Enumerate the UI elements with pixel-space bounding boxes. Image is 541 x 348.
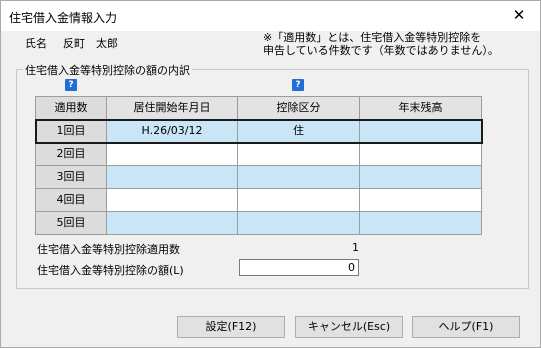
start-date-cell[interactable]: H.26/03/12 <box>107 120 238 143</box>
category-cell[interactable] <box>238 166 360 189</box>
deduction-amount-input[interactable]: 0 <box>239 259 359 276</box>
table-row[interactable]: 2回目 <box>36 143 482 166</box>
group-label: 住宅借入金等特別控除の額の内訳 <box>23 62 192 78</box>
balance-cell[interactable] <box>360 189 482 212</box>
category-cell[interactable] <box>238 143 360 166</box>
row-label: 1回目 <box>36 120 107 143</box>
category-cell[interactable]: 住 <box>238 120 360 143</box>
applied-count-value: 1 <box>352 241 359 254</box>
set-button[interactable]: 設定(F12) <box>177 316 285 338</box>
row-label: 5回目 <box>36 212 107 235</box>
note-text: ※「適用数」とは、住宅借入金等特別控除を 申告している件数です（年数ではありませ… <box>263 31 533 57</box>
header-start-date: 居住開始年月日 <box>107 97 238 120</box>
start-date-cell[interactable] <box>107 212 238 235</box>
window-title: 住宅借入金情報入力 <box>9 11 118 25</box>
close-icon[interactable]: ✕ <box>502 3 536 27</box>
table-header: 適用数 居住開始年月日 控除区分 年末残高 <box>36 97 482 120</box>
balance-cell[interactable] <box>360 212 482 235</box>
title-bar: 住宅借入金情報入力 ✕ <box>1 1 540 31</box>
deduction-table: 適用数 居住開始年月日 控除区分 年末残高 1回目 H.26/03/12 住 2… <box>35 96 483 235</box>
help-icon-count[interactable]: ? <box>65 79 77 91</box>
note-line-1: ※「適用数」とは、住宅借入金等特別控除を <box>263 31 482 44</box>
dialog-window: 住宅借入金情報入力 ✕ 氏名 反町 太郎 ※「適用数」とは、住宅借入金等特別控除… <box>0 0 541 348</box>
applied-count-label: 住宅借入金等特別控除適用数 <box>37 243 180 256</box>
balance-cell[interactable] <box>360 143 482 166</box>
name-label: 氏名 <box>25 37 47 50</box>
balance-cell[interactable] <box>360 120 482 143</box>
header-balance: 年末残高 <box>360 97 482 120</box>
start-date-cell[interactable] <box>107 143 238 166</box>
category-cell[interactable] <box>238 189 360 212</box>
name-value: 反町 太郎 <box>63 37 118 50</box>
header-count: 適用数 <box>36 97 107 120</box>
balance-cell[interactable] <box>360 166 482 189</box>
table-row[interactable]: 4回目 <box>36 189 482 212</box>
note-line-2: 申告している件数です（年数ではありません）。 <box>263 44 499 57</box>
table-row[interactable]: 1回目 H.26/03/12 住 <box>35 119 483 144</box>
row-label: 2回目 <box>36 143 107 166</box>
help-button[interactable]: ヘルプ(F1) <box>412 316 520 338</box>
row-label: 3回目 <box>36 166 107 189</box>
start-date-cell[interactable] <box>107 166 238 189</box>
help-icon-category[interactable]: ? <box>292 79 304 91</box>
cancel-button[interactable]: キャンセル(Esc) <box>295 316 403 338</box>
category-cell[interactable] <box>238 212 360 235</box>
table-row[interactable]: 3回目 <box>36 166 482 189</box>
table-row[interactable]: 5回目 <box>36 212 482 235</box>
deduction-amount-label: 住宅借入金等特別控除の額(L) <box>37 264 184 277</box>
start-date-cell[interactable] <box>107 189 238 212</box>
row-label: 4回目 <box>36 189 107 212</box>
header-category: 控除区分 <box>238 97 360 120</box>
